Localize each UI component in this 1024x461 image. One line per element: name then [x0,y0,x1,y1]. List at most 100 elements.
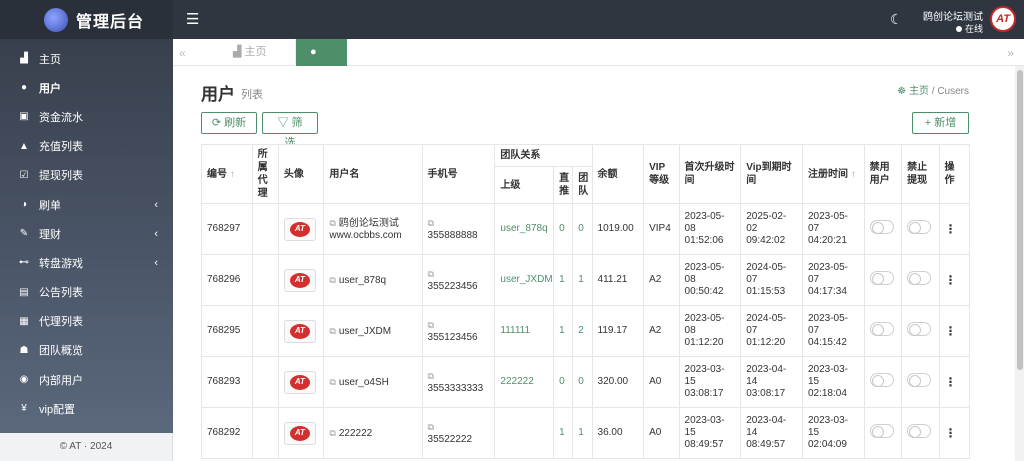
cell-team[interactable]: 1 [572,407,593,459]
forbid-withdraw-toggle[interactable] [907,322,932,336]
forbid-withdraw-toggle[interactable] [907,220,932,234]
cell-direct[interactable]: 0 [553,203,574,255]
copy-icon[interactable]: ⧉ [329,377,335,387]
sort-icon[interactable]: ↑ [851,169,856,180]
avatar[interactable]: AT [283,319,316,343]
sidebar-item-recharge[interactable]: ▲ 充值列表 [0,132,173,161]
filter-button[interactable]: ▽ 筛选 [262,112,318,149]
page-title: 用户 [201,85,235,104]
cell-agent [251,407,279,459]
copy-icon[interactable]: ⧉ [428,269,434,279]
cell-direct[interactable]: 1 [553,305,574,357]
more-actions-icon[interactable]: ⋮ [938,407,971,459]
tab-home[interactable]: ▟ 主页 [201,39,296,66]
col-action: 操作 [938,144,971,204]
more-actions-icon[interactable]: ⋮ [938,356,971,408]
cell-parent[interactable]: 222222 [494,356,555,408]
cell-forbid [901,407,940,459]
tab-users[interactable]: ● 用户 [296,39,347,112]
disable-user-toggle[interactable] [869,322,894,336]
sidebar-item-vip-config[interactable]: ¥ vip配置 [0,394,173,423]
disable-user-toggle[interactable] [869,271,894,285]
col-direct: 直推 [553,166,574,204]
breadcrumb-home[interactable]: ☸ 主页 [897,86,929,97]
cell-vip: A0 [643,356,680,408]
cell-team[interactable]: 2 [572,305,593,357]
copy-icon[interactable]: ⧉ [329,218,335,228]
menu-toggle-icon[interactable]: ☰ [186,10,199,28]
sidebar-item-withdraw[interactable]: ☑ 提现列表 [0,161,173,190]
more-actions-icon[interactable]: ⋮ [938,305,971,357]
col-vip-expire: Vip到期时间 [740,144,803,204]
cell-phone: ⧉ 35522222 [421,407,496,459]
cell-parent[interactable]: user_878q [494,203,555,255]
cell-vip-expire: 2023-04-14 08:49:57 [740,407,803,459]
disable-user-toggle[interactable] [869,373,894,387]
sidebar-item-finance[interactable]: ✎ 理财 ‹ [0,219,173,248]
cell-avatar: AT [277,203,325,255]
avatar[interactable]: AT [283,421,316,445]
cell-direct[interactable]: 1 [553,407,574,459]
forbid-withdraw-toggle[interactable] [907,373,932,387]
more-actions-icon[interactable]: ⋮ [938,254,971,306]
cell-id: 768293 [201,356,253,408]
cell-parent[interactable]: user_JXDM [494,254,555,306]
cell-phone: ⧉ 355123456 [421,305,496,357]
col-register[interactable]: 注册时间 ↑ [801,144,865,204]
forbid-withdraw-toggle[interactable] [907,271,932,285]
sidebar-item-home[interactable]: ▟ 主页 [0,44,173,73]
copy-icon[interactable]: ⧉ [428,320,434,330]
avatar[interactable]: AT [990,6,1016,32]
forbid-withdraw-toggle[interactable] [907,424,932,438]
copy-icon[interactable]: ⧉ [329,428,335,438]
avatar[interactable]: AT [283,268,316,292]
table-row: 768295 AT ⧉ user_JXDM ⧉ 355123456 111111 1 2 119.… [201,305,971,357]
phone: 355123456 [427,331,478,343]
sidebar-item-agents[interactable]: ▦ 代理列表 [0,307,173,336]
avatar[interactable]: AT [283,217,316,241]
page-subtitle: 列表 [241,89,263,101]
cell-team[interactable]: 0 [572,356,593,408]
users-table: 编号 ↑ 所属代理 头像 用户名 手机号 团队关系 余额 VIP等级 首次升级时… [201,143,971,459]
sidebar-item-team-overview[interactable]: ☗ 团队概览 [0,336,173,365]
cell-team[interactable]: 1 [572,254,593,306]
double-chevron-left-icon[interactable]: « [179,46,186,60]
copy-icon[interactable]: ⧉ [329,275,335,285]
disable-user-toggle[interactable] [869,424,894,438]
scrollbar-thumb[interactable] [1017,70,1023,370]
cell-direct[interactable]: 1 [553,254,574,306]
cell-parent[interactable] [494,407,555,459]
sidebar-item-label: 团队概览 [39,345,83,358]
col-forbid-withdraw: 禁止提现 [901,144,940,204]
tabs-bar: « ▟ 主页 ● 用户 » [173,39,1024,112]
cell-direct[interactable]: 0 [553,356,574,408]
double-chevron-right-icon[interactable]: » [1007,46,1014,60]
sidebar-item-orders[interactable]: ◑ 刷单 ‹ [0,190,173,219]
sort-icon[interactable]: ↑ [230,169,235,180]
more-actions-icon[interactable]: ⋮ [938,203,971,255]
cell-forbid [901,254,940,306]
cell-team[interactable]: 0 [572,203,593,255]
chevron-left-icon: ‹ [154,227,158,240]
brand[interactable]: 管理后台 [0,0,173,39]
sidebar-item-users[interactable]: ● 用户 [0,73,173,102]
col-id[interactable]: 编号 ↑ [201,144,253,204]
copy-icon[interactable]: ⧉ [428,422,434,432]
cell-parent[interactable]: 111111 [494,305,555,357]
sidebar-item-internal-users[interactable]: ◉ 内部用户 [0,365,173,394]
user-name[interactable]: 鸥创论坛测试 [923,8,983,23]
copy-icon[interactable]: ⧉ [428,371,434,381]
avatar[interactable]: AT [283,370,316,394]
sidebar-item-wheel-game[interactable]: ⊷ 转盘游戏 ‹ [0,248,173,277]
sidebar-item-announcements[interactable]: ▤ 公告列表 [0,278,173,307]
moon-icon[interactable]: ☾ [890,11,903,28]
cell-id: 768297 [201,203,253,255]
sidebar-item-fund-flow[interactable]: ▣ 资金流水 [0,102,173,131]
copy-icon[interactable]: ⧉ [329,326,335,336]
add-button[interactable]: + 新增 [912,112,969,134]
cell-phone: ⧉ 355888888 [421,203,496,255]
refresh-button[interactable]: ⟳ 刷新 [201,112,257,134]
disable-user-toggle[interactable] [869,220,894,234]
cell-phone: ⧉ 3553333333 [421,356,496,408]
copy-icon[interactable]: ⧉ [428,218,434,228]
